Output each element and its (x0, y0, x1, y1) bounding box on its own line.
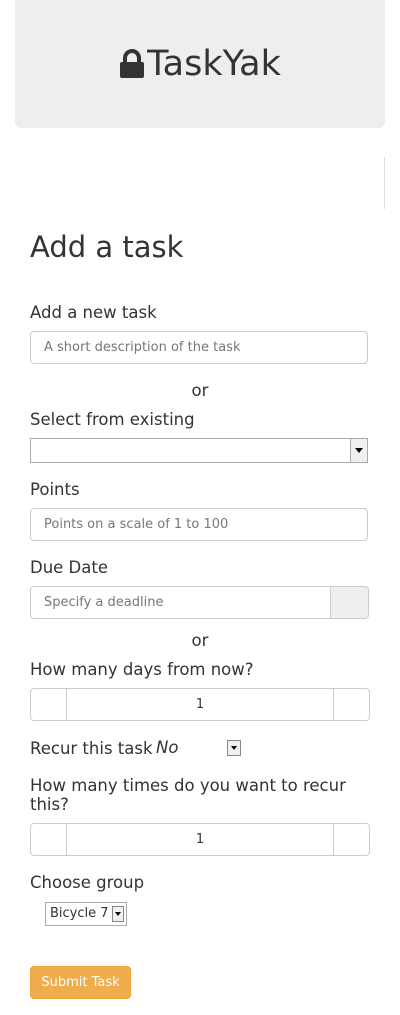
submit-task-button[interactable]: Submit Task (30, 966, 131, 999)
recur-select[interactable]: No (156, 738, 243, 758)
or-separator-2: or (191, 631, 209, 650)
lock-icon (120, 49, 145, 78)
page: TaskYak Add a task Add a new task or Sel… (0, 0, 400, 1015)
decrement-button[interactable] (30, 688, 67, 721)
or-separator: or (191, 381, 209, 400)
points-input[interactable] (30, 508, 368, 541)
points-label: Points (30, 480, 80, 499)
increment-button[interactable] (333, 823, 370, 856)
group-label: Choose group (30, 873, 145, 892)
divider (384, 157, 385, 209)
due-date-group (30, 586, 369, 619)
recur-value: No (156, 738, 179, 757)
calendar-button[interactable] (330, 586, 369, 619)
header-jumbotron: TaskYak (15, 0, 385, 128)
days-from-now-label: How many days from now? (30, 660, 254, 679)
chevron-down-icon[interactable] (112, 906, 124, 922)
brand-name: TaskYak (147, 43, 281, 84)
due-date-input[interactable] (30, 586, 331, 619)
recur-label: Recur this task (30, 739, 153, 758)
existing-task-label: Select from existing (30, 410, 195, 429)
brand: TaskYak (119, 43, 281, 84)
new-task-input[interactable] (30, 331, 368, 364)
chevron-down-icon[interactable] (227, 740, 241, 756)
recur-times-label: How many times do you want to recur this… (30, 776, 346, 814)
group-select[interactable]: Bicycle 7 (45, 902, 127, 926)
page-title: Add a task (30, 230, 184, 264)
chevron-down-icon[interactable] (350, 439, 367, 462)
group-value: Bicycle 7 (50, 906, 109, 921)
recur-times-value[interactable]: 1 (66, 823, 334, 856)
due-date-label: Due Date (30, 558, 108, 577)
increment-button[interactable] (333, 688, 370, 721)
new-task-label: Add a new task (30, 303, 157, 322)
days-from-now-value[interactable]: 1 (66, 688, 334, 721)
days-from-now-stepper: 1 (30, 688, 370, 721)
decrement-button[interactable] (30, 823, 67, 856)
recur-times-stepper: 1 (30, 823, 370, 856)
existing-task-select[interactable] (30, 438, 368, 463)
